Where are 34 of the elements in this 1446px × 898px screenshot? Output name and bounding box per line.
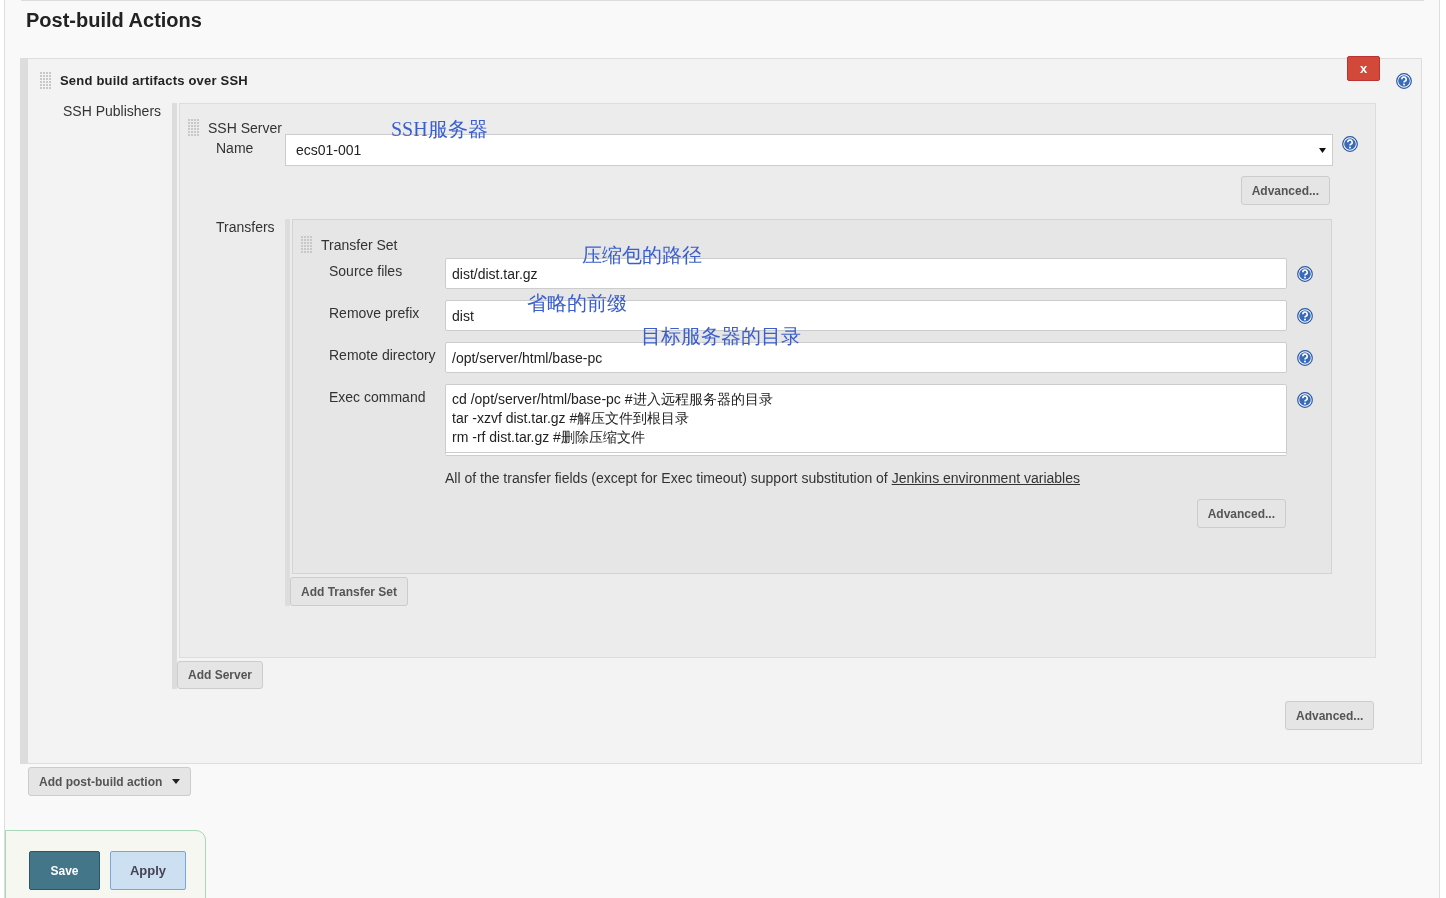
field-label: Remove prefix [328, 304, 421, 323]
delete-button[interactable]: x [1347, 56, 1380, 81]
environment-variables-link[interactable]: Jenkins environment variables [891, 470, 1080, 486]
help-icon[interactable] [1342, 136, 1358, 152]
field-label: Source files [328, 262, 404, 281]
advanced-button[interactable]: Advanced... [1240, 176, 1330, 205]
help-icon[interactable] [1297, 308, 1313, 324]
apply-button[interactable]: Apply [110, 851, 186, 890]
server-title: SSH Server [208, 120, 282, 136]
advanced-button[interactable]: Advanced... [1285, 701, 1375, 730]
field-label: Remote directory [328, 346, 437, 365]
section-title: Post-build Actions [25, 8, 203, 33]
field-label: Transfers [215, 219, 276, 237]
field-label: Exec command [328, 388, 427, 407]
field-label: Name [215, 139, 255, 156]
help-icon[interactable] [1297, 350, 1313, 366]
help-icon[interactable] [1297, 392, 1313, 408]
save-button[interactable]: Save [29, 851, 100, 890]
help-icon[interactable] [1297, 266, 1313, 282]
drag-handle-icon[interactable] [40, 71, 52, 90]
field-label: SSH Publishers [62, 103, 163, 121]
caret-icon [1319, 147, 1326, 153]
add-server-button[interactable]: Add Server [177, 661, 264, 689]
help-icon[interactable] [1396, 73, 1412, 89]
drag-handle-icon[interactable] [301, 236, 313, 254]
caret-icon [172, 779, 181, 784]
command-field[interactable]: cd /opt/server/html/base-pc #进入远程服务器的目录 tar -xzvf dist.tar.gz #解压文件到根目录 rm -rf dist.tar.gz #删除压缩文件 [445, 384, 1287, 456]
help-text: All of the transfer fields (except for Exec timeout) support substitution of Jenkins environment variables [444, 470, 1081, 486]
add-transfer-set-button[interactable]: Add Transfer Set [290, 577, 409, 606]
transfer-set-title: Transfer Set [321, 237, 398, 253]
drag-handle-icon[interactable] [188, 119, 200, 137]
action-title: Send build artifacts over SSH [60, 73, 248, 88]
add-post-build-action-button[interactable]: Add post-build action [28, 767, 192, 796]
advanced-button[interactable]: Advanced... [1196, 499, 1286, 528]
